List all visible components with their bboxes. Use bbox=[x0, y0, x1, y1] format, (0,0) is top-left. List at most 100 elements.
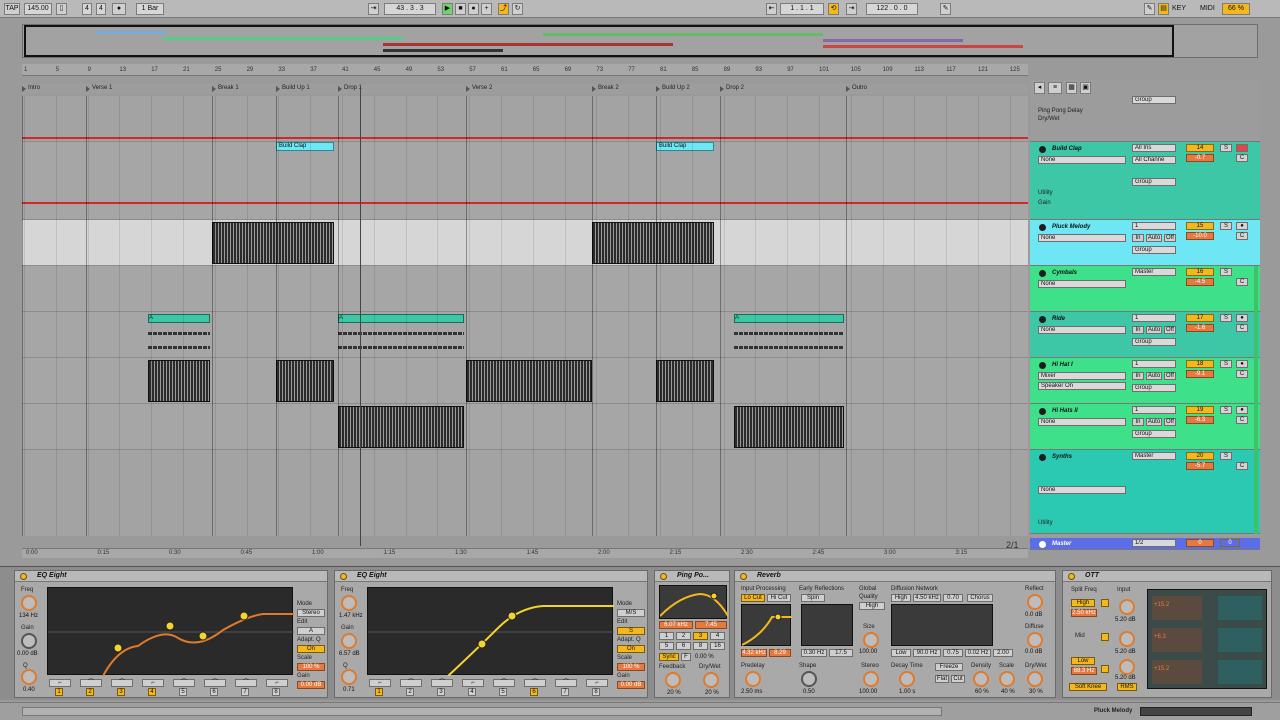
locator-marker[interactable]: Build Up 2 bbox=[656, 85, 690, 92]
scale-value[interactable]: 40 % bbox=[1001, 689, 1015, 695]
band-2-filter-icon[interactable]: ⌒ bbox=[400, 679, 422, 687]
adaptive-q-toggle[interactable]: On bbox=[617, 645, 645, 653]
beat-time-ruler[interactable]: 1 5 9 13 17 21 25 29 33 37 41 45 49 53 57 61 65 69 73 77 81 8… bbox=[22, 64, 1028, 76]
overview-view-box[interactable] bbox=[24, 25, 1174, 57]
solo-button[interactable]: S bbox=[1220, 144, 1232, 152]
monitor-in-button[interactable]: In bbox=[1132, 326, 1144, 334]
clip-build-clap[interactable]: Build Clap bbox=[656, 142, 714, 151]
band-6-toggle[interactable]: 6 bbox=[210, 688, 218, 696]
power-icon[interactable] bbox=[740, 573, 747, 580]
automation-arm-icon[interactable]: ⤴ bbox=[498, 3, 509, 15]
device-eq-eight-2[interactable]: EQ Eight Freq 1.47 kHz Gain 6.57 dB Q 0.… bbox=[334, 570, 648, 698]
gain-value[interactable]: 6.57 dB bbox=[339, 651, 360, 657]
locator-marker[interactable]: Drop 1 bbox=[338, 85, 362, 92]
size-value[interactable]: 100.00 bbox=[859, 649, 877, 655]
band-4-filter-icon[interactable]: ⌐ bbox=[142, 679, 164, 687]
input-width-value[interactable]: 8.29 bbox=[769, 649, 791, 657]
key-map-button[interactable]: KEY bbox=[1172, 4, 1186, 14]
diffusion-display[interactable] bbox=[891, 604, 993, 646]
track-volume[interactable]: -10.0 bbox=[1186, 232, 1214, 240]
band-1-toggle[interactable]: 1 bbox=[375, 688, 383, 696]
stereo-value[interactable]: 100.00 bbox=[859, 689, 877, 695]
track-name[interactable]: Hi Hat I bbox=[1038, 360, 1128, 370]
low-solo-toggle[interactable] bbox=[1101, 665, 1109, 673]
delay-grid-5[interactable]: 5 bbox=[659, 642, 674, 650]
cue-button[interactable]: C bbox=[1236, 232, 1248, 240]
locator-marker[interactable]: Drop 2 bbox=[720, 85, 744, 92]
input-select[interactable]: 1 bbox=[1132, 406, 1176, 414]
track-activator[interactable]: 19 bbox=[1186, 406, 1214, 414]
cue-button[interactable]: C bbox=[1236, 416, 1248, 424]
track-activator[interactable]: 18 bbox=[1186, 360, 1214, 368]
power-icon[interactable] bbox=[1068, 573, 1075, 580]
freeze-toggle[interactable]: Freeze bbox=[935, 663, 963, 671]
track-header-ping-pong-delay[interactable]: Ping Pong Delay Dry/Wet Group bbox=[1030, 96, 1260, 142]
midi-map-button[interactable]: MIDI bbox=[1200, 4, 1215, 14]
band-4-toggle[interactable]: 4 bbox=[468, 688, 476, 696]
arm-button[interactable]: ● bbox=[1236, 406, 1248, 414]
dry-wet-knob[interactable] bbox=[703, 672, 719, 688]
band-7-filter-icon[interactable]: ⌒ bbox=[235, 679, 257, 687]
chorus-amount-value[interactable]: 2.00 bbox=[993, 649, 1013, 657]
band-8-toggle[interactable]: 8 bbox=[272, 688, 280, 696]
track-activator[interactable]: 20 bbox=[1186, 452, 1214, 460]
scale-knob[interactable] bbox=[999, 671, 1015, 687]
band-5-toggle[interactable]: 5 bbox=[179, 688, 187, 696]
density-knob[interactable] bbox=[973, 671, 989, 687]
track-volume[interactable]: -4.5 bbox=[1186, 278, 1214, 286]
q-value[interactable]: 0.40 bbox=[23, 687, 35, 693]
gain-value[interactable]: 0.00 dB bbox=[17, 651, 38, 657]
band-8-filter-icon[interactable]: ⌐ bbox=[266, 679, 288, 687]
freq-knob[interactable] bbox=[21, 595, 37, 611]
spin-display[interactable] bbox=[801, 604, 853, 646]
midi-clip[interactable]: A bbox=[148, 314, 210, 323]
scale-value[interactable]: 100 % bbox=[297, 663, 325, 671]
band-3-toggle[interactable]: 3 bbox=[437, 688, 445, 696]
group-select[interactable]: Group bbox=[1132, 384, 1176, 392]
locator-marker[interactable]: Intro bbox=[22, 85, 40, 92]
band-6-filter-icon[interactable]: ⌒ bbox=[204, 679, 226, 687]
horizontal-scrollbar[interactable] bbox=[22, 707, 942, 716]
band-3-filter-icon[interactable]: ⌒ bbox=[111, 679, 133, 687]
eq-curve[interactable] bbox=[368, 588, 614, 677]
decay-time-knob[interactable] bbox=[899, 671, 915, 687]
monitor-in-button[interactable]: In bbox=[1132, 234, 1144, 242]
eq-curve[interactable] bbox=[48, 588, 294, 677]
solo-button[interactable]: S bbox=[1220, 268, 1232, 276]
track-header-ride[interactable]: Ride None 1 In Auto Off Group 17 -1.6 S … bbox=[1030, 312, 1260, 358]
low-band-toggle[interactable]: Low bbox=[1071, 657, 1095, 665]
eq-display[interactable] bbox=[367, 587, 614, 677]
monitor-in-button[interactable]: In bbox=[1132, 372, 1144, 380]
quantize-menu[interactable]: 1 Bar bbox=[136, 3, 164, 15]
fold-icon[interactable] bbox=[1039, 362, 1046, 369]
high-amount-value[interactable]: 0.70 bbox=[943, 594, 963, 602]
tempo-field[interactable]: 145.00 bbox=[24, 3, 52, 15]
fold-icon[interactable] bbox=[1039, 316, 1046, 323]
locator-marker[interactable]: Build Up 1 bbox=[276, 85, 310, 92]
delay-grid-16[interactable]: 16 bbox=[710, 642, 725, 650]
tap-tempo-button[interactable]: TAP bbox=[4, 3, 20, 15]
midi-clip[interactable]: A bbox=[734, 314, 844, 323]
track-header-hi-hats-2[interactable]: Hi Hats II None 1 In Auto Off Group 19 -… bbox=[1030, 404, 1260, 450]
filter-width-value[interactable]: 7.45 bbox=[695, 621, 727, 629]
track-activator[interactable]: 14 bbox=[1186, 144, 1214, 152]
eq-display[interactable] bbox=[47, 587, 294, 677]
locator-marker[interactable]: Outro bbox=[846, 85, 867, 92]
device-title[interactable]: OTT bbox=[1063, 571, 1271, 582]
high-input-value[interactable]: 5.20 dB bbox=[1115, 617, 1136, 623]
cue-button[interactable]: C bbox=[1236, 154, 1248, 162]
locator-marker[interactable]: Verse 2 bbox=[466, 85, 492, 92]
band-6-toggle[interactable]: 6 bbox=[530, 688, 538, 696]
predelay-knob[interactable] bbox=[745, 671, 761, 687]
device-ott[interactable]: OTT Split Freq High 2.50 kHz Mid Low 88.… bbox=[1062, 570, 1272, 698]
clip-build-clap[interactable]: Build Clap bbox=[276, 142, 334, 151]
band-6-filter-icon[interactable]: ⌒ bbox=[524, 679, 546, 687]
freq-knob[interactable] bbox=[341, 595, 357, 611]
input-filter-display[interactable] bbox=[741, 604, 792, 646]
mid-input-value[interactable]: 5.20 dB bbox=[1115, 649, 1136, 655]
arm-button[interactable]: ● bbox=[1236, 360, 1248, 368]
monitor-off-button[interactable]: Off bbox=[1164, 418, 1176, 426]
audio-clip[interactable] bbox=[656, 360, 714, 402]
adaptive-q-toggle[interactable]: On bbox=[297, 645, 325, 653]
delay-grid-2[interactable]: 2 bbox=[676, 632, 691, 640]
